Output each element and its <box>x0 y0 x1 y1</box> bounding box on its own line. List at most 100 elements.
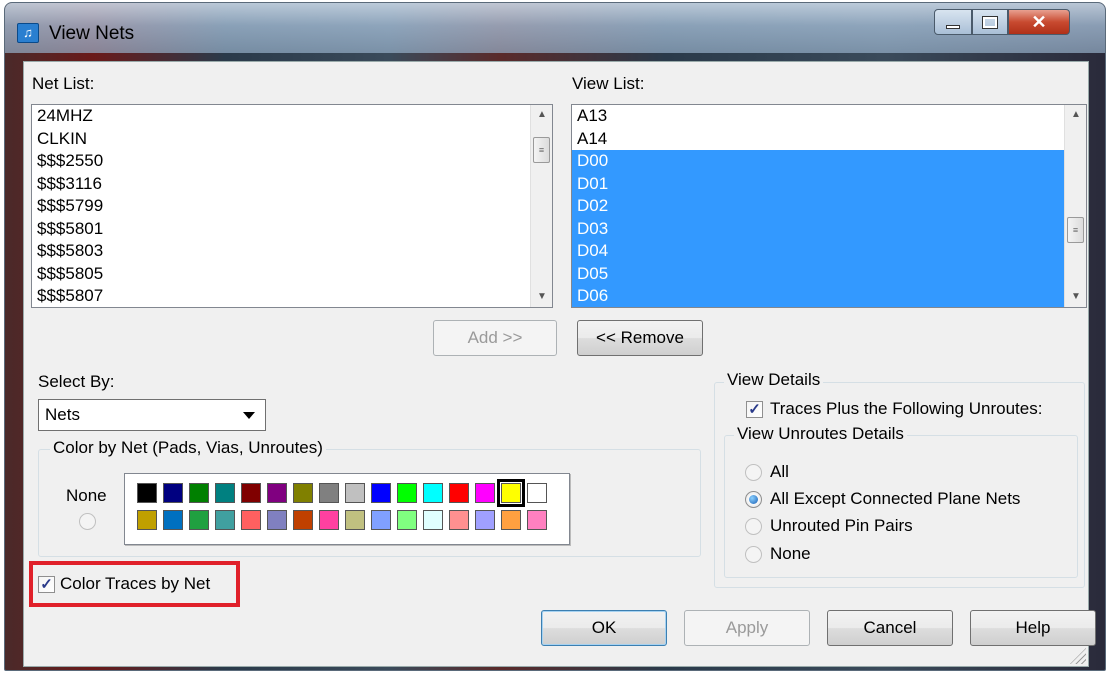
color-swatch[interactable] <box>475 483 495 503</box>
maximize-button[interactable] <box>972 9 1008 35</box>
add-button[interactable]: Add >> <box>433 320 557 356</box>
traces-plus-unroutes-checkbox[interactable]: ✓ <box>746 401 763 418</box>
color-swatch[interactable] <box>423 510 443 530</box>
color-palette[interactable] <box>124 473 570 545</box>
none-color-radio[interactable] <box>79 513 96 530</box>
color-swatch[interactable] <box>371 483 391 503</box>
view-list-item[interactable]: D04 <box>572 240 1086 263</box>
net-list-box[interactable]: 24MHZ CLKIN $$$2550 $$$3116 $$$5799 $$$5801 $$… <box>31 104 553 308</box>
view-list-item[interactable]: D05 <box>572 262 1086 285</box>
color-swatch[interactable] <box>241 510 261 530</box>
color-swatch[interactable] <box>137 510 157 530</box>
net-list-item[interactable]: $$$5807 <box>32 285 552 307</box>
unroutes-except-plane-radio[interactable] <box>745 491 762 508</box>
color-swatch[interactable] <box>215 483 235 503</box>
color-by-net-label: Color by Net (Pads, Vias, Unroutes) <box>50 438 326 458</box>
view-list-item[interactable]: D00 <box>572 150 1086 173</box>
net-list-item[interactable]: $$$5801 <box>32 218 552 241</box>
scroll-down-arrow-icon[interactable]: ▼ <box>1065 287 1086 307</box>
color-swatch[interactable] <box>527 483 547 503</box>
maximize-icon <box>982 15 998 29</box>
dialog-client-area: Net List: 24MHZ CLKIN $$$2550 $$$3116 $$$579… <box>23 61 1096 667</box>
color-swatch[interactable] <box>397 510 417 530</box>
color-swatch[interactable] <box>215 510 235 530</box>
net-list-item[interactable]: $$$5803 <box>32 240 552 263</box>
net-list-item[interactable]: $$$5805 <box>32 263 552 286</box>
scroll-thumb[interactable]: ≡ <box>1067 217 1084 243</box>
color-swatch[interactable] <box>475 510 495 530</box>
color-swatch[interactable] <box>449 510 469 530</box>
color-swatch[interactable] <box>501 510 521 530</box>
view-list-box[interactable]: A13 A14 D00 D01 D02 D03 D04 D05 D06 ▲ ≡ ▼ <box>571 104 1087 308</box>
scroll-up-arrow-icon[interactable]: ▲ <box>1065 105 1086 125</box>
color-swatch[interactable] <box>267 510 287 530</box>
scroll-thumb[interactable]: ≡ <box>533 137 550 163</box>
color-swatch[interactable] <box>163 483 183 503</box>
unroutes-none-label[interactable]: None <box>770 544 811 564</box>
net-list-label: Net List: <box>32 74 95 93</box>
view-list-scrollbar[interactable]: ▲ ≡ ▼ <box>1064 105 1086 307</box>
scroll-down-arrow-icon[interactable]: ▼ <box>531 287 552 307</box>
ok-button[interactable]: OK <box>541 610 667 646</box>
remove-button[interactable]: << Remove <box>577 320 703 356</box>
view-list-item[interactable]: A14 <box>572 128 1086 151</box>
color-swatch[interactable] <box>293 483 313 503</box>
view-list-items: A13 A14 D00 D01 D02 D03 D04 D05 D06 <box>572 105 1086 307</box>
color-swatch[interactable] <box>319 483 339 503</box>
net-list-items: 24MHZ CLKIN $$$2550 $$$3116 $$$5799 $$$5801 $$… <box>32 105 552 307</box>
net-list-item[interactable]: 24MHZ <box>32 105 552 128</box>
view-nets-window: ♫ View Nets ✕ Net List: 24MHZ CLKIN $$$255… <box>4 2 1106 671</box>
title-bar[interactable]: ♫ View Nets ✕ <box>5 3 1105 53</box>
window-title: View Nets <box>49 23 135 44</box>
select-by-label: Select By: <box>38 372 115 391</box>
traces-plus-unroutes-label[interactable]: Traces Plus the Following Unroutes: <box>770 399 1042 419</box>
color-swatch[interactable] <box>189 483 209 503</box>
help-button[interactable]: Help <box>970 610 1096 646</box>
color-swatch[interactable] <box>319 510 339 530</box>
view-list-item[interactable]: D01 <box>572 172 1086 195</box>
color-swatch[interactable] <box>397 483 417 503</box>
color-swatch[interactable] <box>163 510 183 530</box>
view-list-item[interactable]: A13 <box>572 105 1086 128</box>
chevron-down-icon <box>243 412 255 419</box>
unroutes-all-radio[interactable] <box>745 464 762 481</box>
net-list-item[interactable]: CLKIN <box>32 128 552 151</box>
cancel-button[interactable]: Cancel <box>827 610 953 646</box>
color-swatch[interactable] <box>189 510 209 530</box>
minimize-button[interactable] <box>934 9 972 35</box>
net-list-item[interactable]: $$$5799 <box>32 195 552 218</box>
color-swatch[interactable] <box>137 483 157 503</box>
net-list-item[interactable]: $$$3116 <box>32 173 552 196</box>
color-swatch[interactable] <box>293 510 313 530</box>
view-list-item[interactable]: D02 <box>572 195 1086 218</box>
color-swatch[interactable] <box>267 483 287 503</box>
unrouted-pin-pairs-label[interactable]: Unrouted Pin Pairs <box>770 516 913 536</box>
color-swatch[interactable] <box>527 510 547 530</box>
color-traces-checkbox[interactable]: ✓ <box>38 576 55 593</box>
scroll-up-arrow-icon[interactable]: ▲ <box>531 105 552 125</box>
color-traces-label[interactable]: Color Traces by Net <box>60 574 210 594</box>
resize-grip-icon[interactable] <box>1070 648 1086 664</box>
net-list-scrollbar[interactable]: ▲ ≡ ▼ <box>530 105 552 307</box>
color-swatch[interactable] <box>345 483 365 503</box>
unrouted-pin-pairs-radio[interactable] <box>745 518 762 535</box>
close-icon: ✕ <box>1031 11 1047 32</box>
unroutes-all-label[interactable]: All <box>770 462 789 482</box>
view-list-item[interactable]: D06 <box>572 285 1086 307</box>
close-button[interactable]: ✕ <box>1008 9 1070 35</box>
unroutes-except-plane-label[interactable]: All Except Connected Plane Nets <box>770 489 1020 509</box>
view-list-label: View List: <box>572 74 645 93</box>
color-swatch[interactable] <box>345 510 365 530</box>
minimize-icon <box>946 25 960 29</box>
view-list-item[interactable]: D03 <box>572 217 1086 240</box>
color-swatch[interactable] <box>241 483 261 503</box>
unroutes-none-radio[interactable] <box>745 546 762 563</box>
color-swatch[interactable] <box>497 479 525 507</box>
apply-button[interactable]: Apply <box>684 610 810 646</box>
color-swatch[interactable] <box>371 510 391 530</box>
net-list-item[interactable]: $$$2550 <box>32 150 552 173</box>
color-swatch[interactable] <box>423 483 443 503</box>
color-swatch[interactable] <box>449 483 469 503</box>
select-by-dropdown[interactable]: Nets <box>38 399 266 431</box>
app-icon: ♫ <box>17 23 39 43</box>
